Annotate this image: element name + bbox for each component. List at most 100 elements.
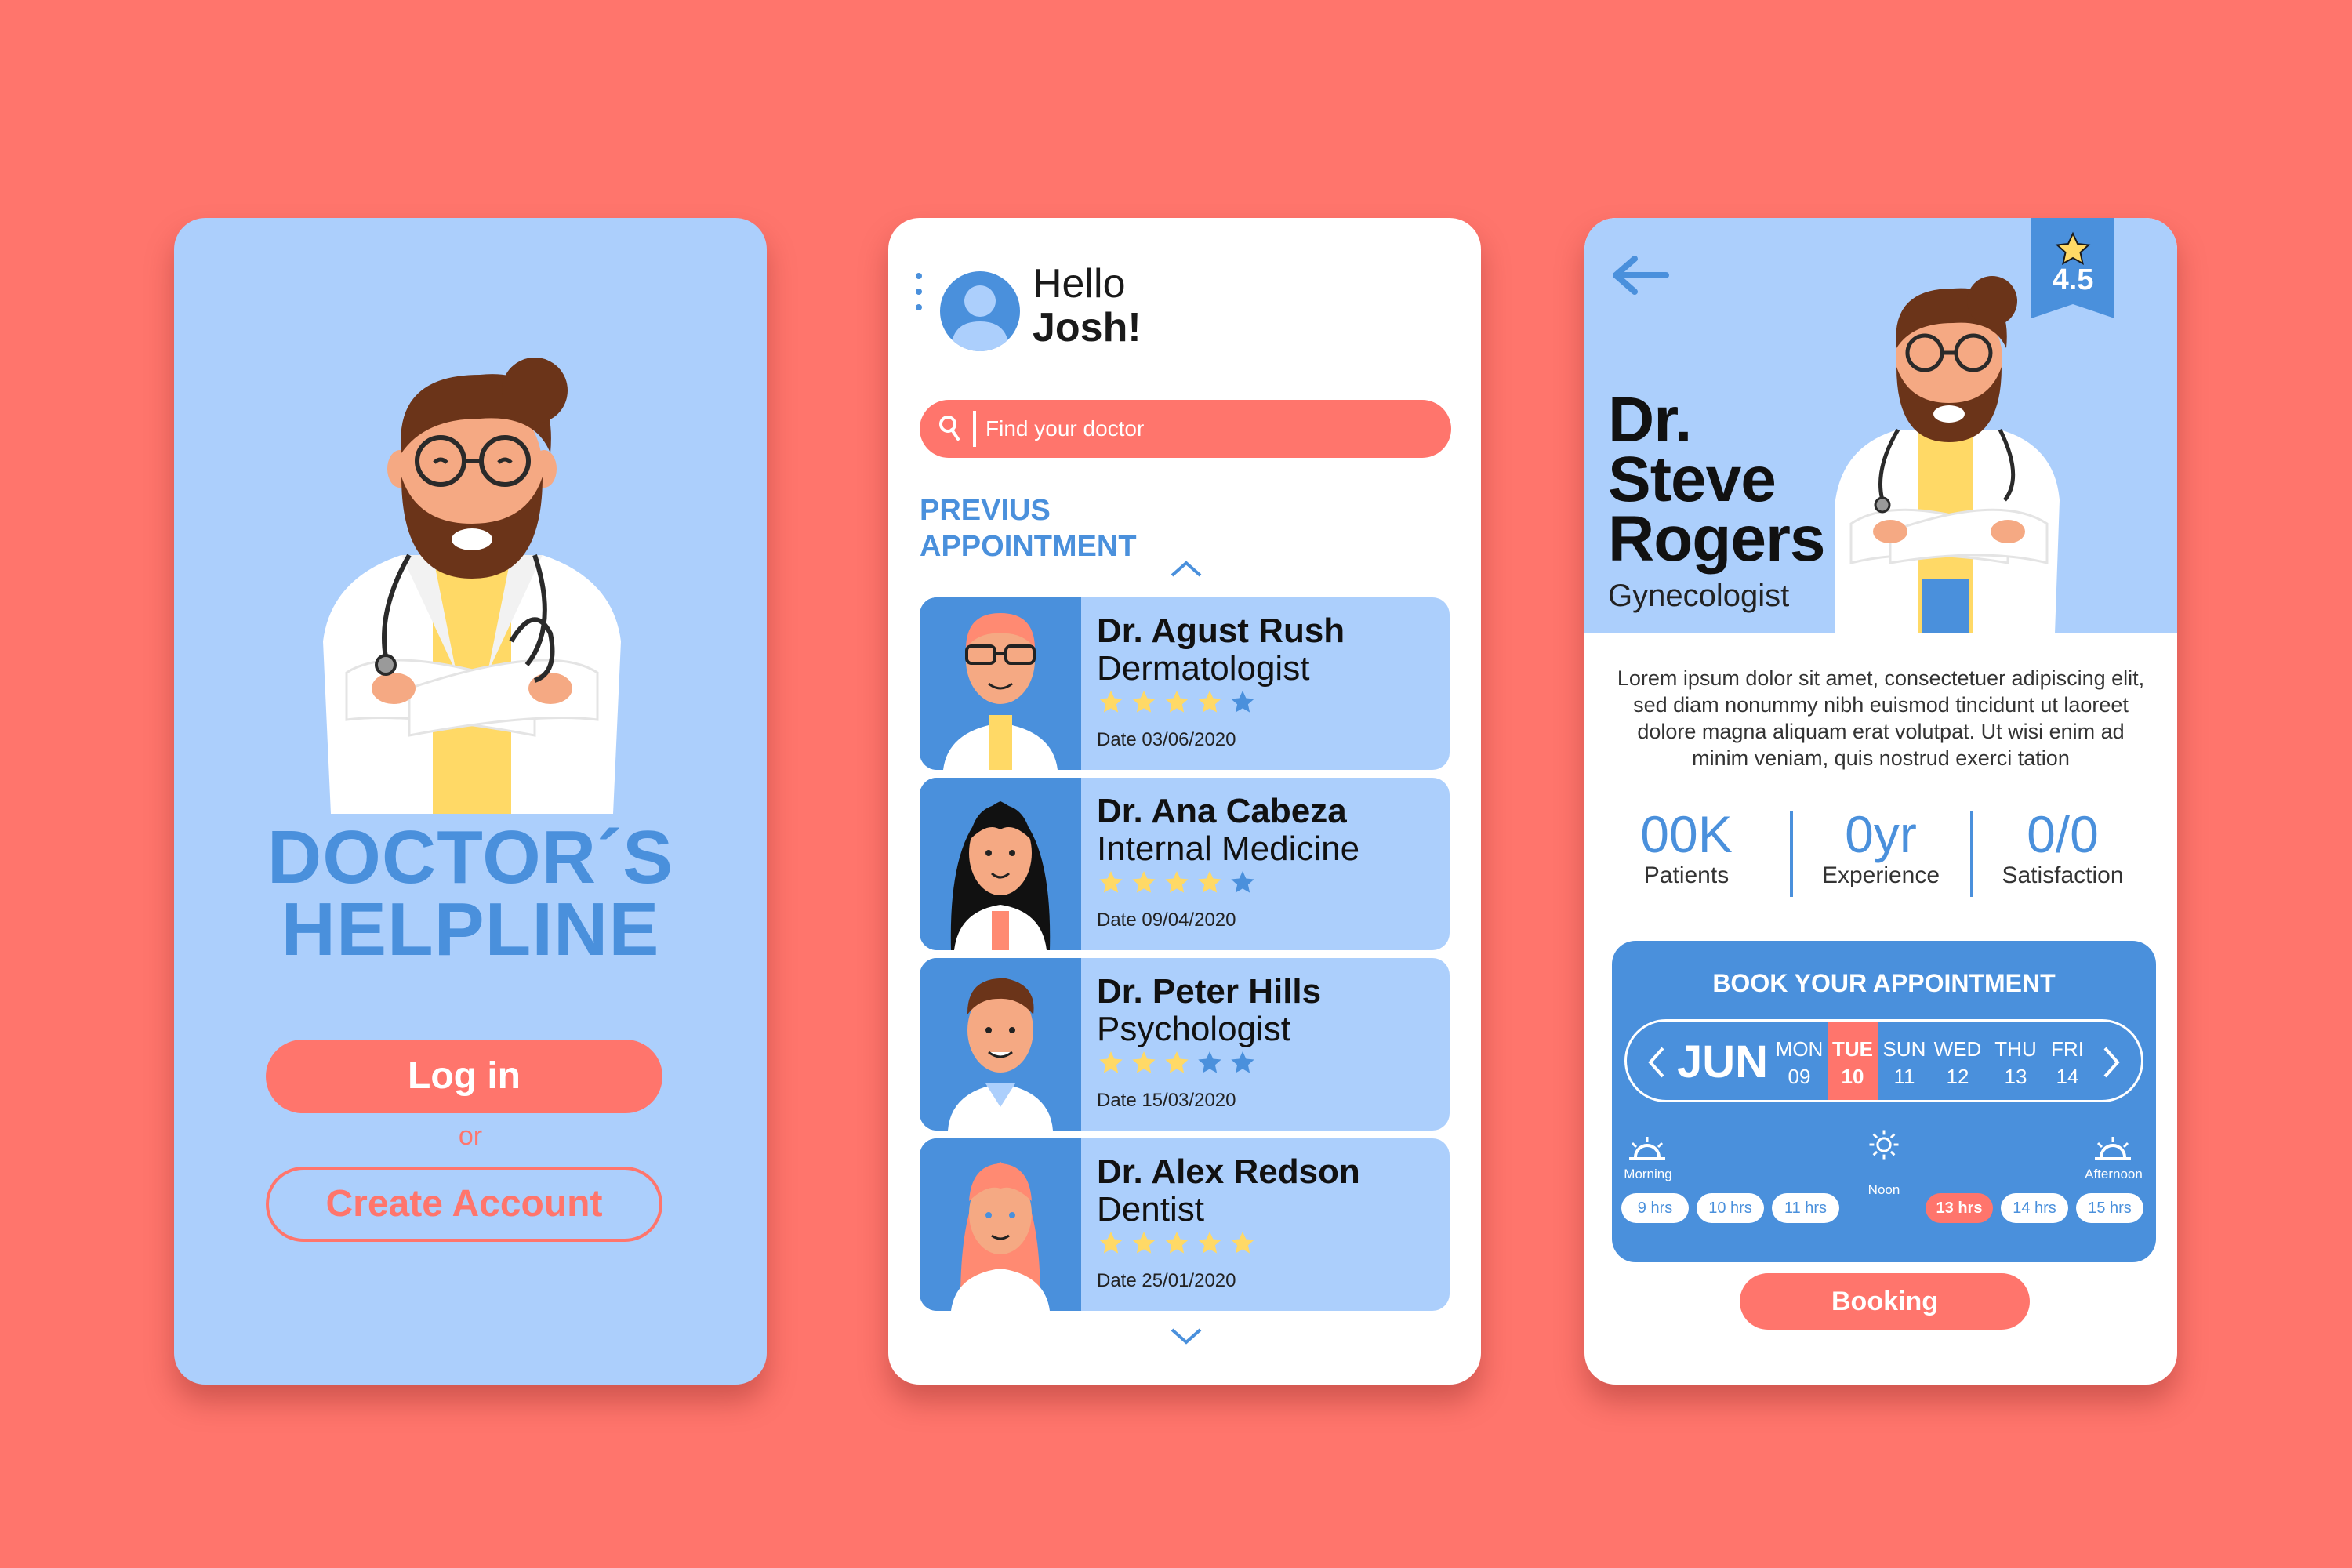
- doctor-detail-screen: 4.5 Dr. Steve Rogers Gynecologist Lorem …: [1584, 218, 2177, 1385]
- section-title-line2: APPOINTMENT: [920, 530, 1137, 563]
- home-screen: Hello Josh! PREVIUS APPOINTMENT Dr. Agus…: [888, 218, 1481, 1385]
- booking-title: BOOK YOUR APPOINTMENT: [1712, 969, 2056, 997]
- user-name: Josh!: [1033, 305, 1142, 350]
- star-filled-icon: [1097, 688, 1125, 717]
- stat-divider: [1790, 811, 1793, 897]
- avatar[interactable]: [940, 271, 1020, 351]
- stat-label: Experience: [1821, 862, 1940, 888]
- stat-divider: [1970, 811, 1973, 897]
- doctor-illustration: [1835, 276, 2060, 633]
- day-thu[interactable]: THU 13: [1991, 1022, 2041, 1100]
- chevron-down-icon[interactable]: [1169, 1327, 1203, 1347]
- doctor-name: Dr. Peter Hills: [1097, 972, 1322, 1011]
- doctor-specialty: Dentist: [1097, 1190, 1204, 1229]
- rating-stars: [1097, 1229, 1257, 1258]
- search-icon: [939, 416, 960, 441]
- doctor-specialty: Internal Medicine: [1097, 829, 1360, 868]
- day-wed[interactable]: WED 12: [1933, 1022, 1983, 1100]
- booking-button[interactable]: Booking: [1740, 1273, 2030, 1330]
- stat-satisfaction: 0/0 Satisfaction: [1984, 806, 2141, 889]
- or-divider-text: or: [458, 1121, 483, 1151]
- appointment-card[interactable]: Dr. Agust Rush Dermatologist Date 03/06/…: [920, 597, 1450, 770]
- time-slot[interactable]: 11 hrs: [1772, 1193, 1839, 1223]
- greeting-text: Hello: [1033, 261, 1126, 307]
- doctor-specialty: Psychologist: [1097, 1010, 1291, 1048]
- rating-stars: [1097, 869, 1257, 897]
- user-icon: [951, 285, 1009, 351]
- star-filled-icon: [1097, 1049, 1125, 1077]
- star-filled-icon: [1163, 1229, 1191, 1258]
- stat-label: Patients: [1643, 862, 1730, 888]
- back-arrow-icon[interactable]: [1608, 254, 1671, 296]
- star-filled-icon: [1196, 869, 1224, 897]
- doctor-portrait: [920, 597, 1081, 770]
- time-slot[interactable]: 9 hrs: [1621, 1193, 1689, 1223]
- search-separator: [973, 411, 976, 447]
- doctor-name-line1: Dr.: [1608, 384, 1692, 456]
- rating-stars: [1097, 688, 1257, 717]
- booking-panel: BOOK YOUR APPOINTMENT JUN MON 09 TUE 10 SU…: [1612, 941, 2156, 1262]
- doctor-specialty: Dermatologist: [1097, 649, 1310, 688]
- star-empty-icon: [1196, 1049, 1224, 1077]
- appointment-date: Date 03/06/2020: [1097, 729, 1236, 750]
- doctor-illustration: [323, 358, 621, 814]
- afternoon-label: Afternoon: [2085, 1167, 2143, 1181]
- star-filled-icon: [1196, 1229, 1224, 1258]
- appointment-date: Date 25/01/2020: [1097, 1270, 1236, 1291]
- brand-title-line2: HELPLINE: [281, 887, 660, 971]
- day-mon[interactable]: MON 09: [1774, 1022, 1824, 1100]
- doctor-description: Lorem ipsum dolor sit amet, consectetuer…: [1617, 666, 2145, 770]
- login-button[interactable]: Log in: [266, 1040, 662, 1113]
- chevron-right-icon[interactable]: [2102, 1045, 2122, 1080]
- appointment-card[interactable]: Dr. Alex Redson Dentist Date 25/01/2020: [920, 1138, 1450, 1311]
- doctor-name: Dr. Alex Redson: [1097, 1152, 1360, 1191]
- doctor-portrait: [920, 958, 1081, 1131]
- chevron-left-icon[interactable]: [1646, 1045, 1666, 1080]
- appointment-card[interactable]: Dr. Ana Cabeza Internal Medicine Date 09…: [920, 778, 1450, 950]
- star-filled-icon: [1130, 869, 1158, 897]
- time-slot[interactable]: 13 hrs: [1926, 1193, 1993, 1223]
- star-empty-icon: [1229, 1049, 1257, 1077]
- search-input[interactable]: [985, 400, 1425, 458]
- section-title-line1: PREVIUS: [920, 494, 1051, 527]
- date-picker: JUN MON 09 TUE 10 SUN 11 WED 12 THU 13 FRI 14: [1624, 1019, 2143, 1102]
- star-filled-icon: [1097, 869, 1125, 897]
- menu-dots-icon[interactable]: [916, 273, 924, 317]
- appointment-date: Date 09/04/2020: [1097, 909, 1236, 931]
- star-empty-icon: [1229, 869, 1257, 897]
- noon-label: Noon: [1867, 1182, 1900, 1197]
- star-filled-icon: [1229, 1229, 1257, 1258]
- search-bar[interactable]: [920, 400, 1451, 458]
- day-sun[interactable]: SUN 11: [1879, 1022, 1929, 1100]
- rating-value: 4.5: [2052, 263, 2094, 296]
- doctor-portrait: [920, 778, 1081, 950]
- star-filled-icon: [1163, 688, 1191, 717]
- section-title: PREVIUS APPOINTMENT: [920, 492, 1137, 564]
- star-filled-icon: [1097, 1229, 1125, 1258]
- morning-label: Morning: [1624, 1167, 1672, 1181]
- brand-title-line1: DOCTOR´S: [267, 815, 674, 899]
- stat-value: 0/0: [2027, 805, 2099, 863]
- rating-stars: [1097, 1049, 1257, 1077]
- stat-value: 00K: [1640, 805, 1733, 863]
- doctor-name: Dr. Ana Cabeza: [1097, 792, 1347, 830]
- doctor-name: Dr. Steve Rogers: [1608, 384, 1826, 572]
- doctor-name: Dr. Agust Rush: [1097, 612, 1345, 650]
- appointment-card[interactable]: Dr. Peter Hills Psychologist Date 15/03/…: [920, 958, 1450, 1131]
- star-filled-icon: [1196, 688, 1224, 717]
- day-fri[interactable]: FRI 14: [2042, 1022, 2092, 1100]
- star-filled-icon: [1163, 869, 1191, 897]
- time-slot[interactable]: 14 hrs: [2001, 1193, 2068, 1223]
- chevron-up-icon[interactable]: [1169, 558, 1203, 579]
- star-empty-icon: [1229, 688, 1257, 717]
- stat-label: Satisfaction: [2002, 862, 2124, 888]
- sunrise-icon: [1629, 1137, 1665, 1160]
- stat-experience: 0yr Experience: [1802, 806, 1959, 889]
- time-slot[interactable]: 15 hrs: [2076, 1193, 2143, 1223]
- day-tue[interactable]: TUE 10: [1828, 1022, 1878, 1100]
- time-slot[interactable]: 10 hrs: [1697, 1193, 1764, 1223]
- create-account-button[interactable]: Create Account: [266, 1167, 662, 1242]
- doctor-name-line2: Steve: [1608, 444, 1777, 515]
- star-filled-icon: [1130, 1229, 1158, 1258]
- star-filled-icon: [1163, 1049, 1191, 1077]
